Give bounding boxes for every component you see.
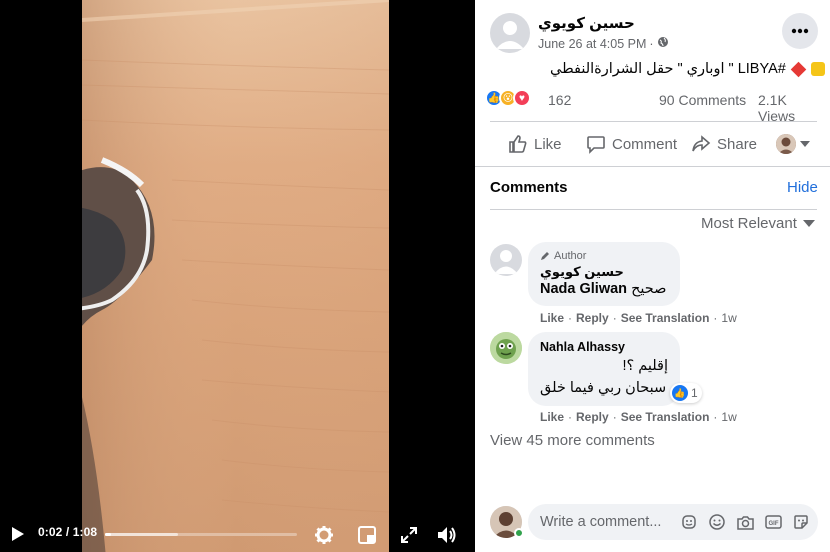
comment-label: Comment	[612, 135, 678, 153]
comment-reply-link[interactable]: Reply	[576, 410, 609, 424]
video-time: 0:02 / 1:08	[38, 525, 98, 539]
divider	[490, 209, 817, 210]
comment-time[interactable]: 1w	[721, 311, 736, 325]
post-actions: Like Comment Share	[490, 128, 817, 160]
author-avatar[interactable]	[490, 13, 530, 53]
online-status-indicator	[514, 528, 524, 538]
camera-icon[interactable]	[736, 513, 754, 531]
comment-bubble: Author حسين كويوي Nada Gliwan صحيح	[528, 242, 680, 306]
like-button[interactable]: Like	[508, 128, 562, 160]
like-label: Like	[534, 135, 562, 153]
comments-count[interactable]: 90 Comments	[659, 92, 746, 108]
caret-down-icon	[800, 141, 810, 147]
video-controls: 0:02 / 1:08	[0, 516, 475, 552]
hide-comments-link[interactable]: Hide	[787, 179, 818, 196]
see-translation-link[interactable]: See Translation	[621, 410, 710, 424]
post-panel: حسين كويوي June 26 at 4:05 PM · اوباري "…	[475, 0, 830, 552]
svg-text:GIF: GIF	[768, 521, 778, 527]
comment-like-link[interactable]: Like	[540, 311, 564, 325]
thumbs-up-icon	[509, 135, 527, 153]
video-progress-fill	[105, 533, 111, 536]
sticker-icon[interactable]	[792, 513, 810, 531]
comment-text: Nada Gliwan صحيح	[540, 281, 668, 297]
more-dots-icon	[791, 28, 809, 34]
comment-input-placeholder: Write a comment...	[540, 514, 662, 530]
user-avatar-small	[776, 134, 796, 154]
gif-icon[interactable]: GIF	[764, 513, 782, 531]
yellow-square-emoji-icon	[810, 62, 825, 76]
meta-separator: ·	[649, 36, 654, 51]
video-buffer-fill	[105, 533, 178, 536]
comment-line-1: إقليم ؟!	[622, 358, 668, 374]
reactions-summary: 👍 😮 ♥ 162 90 Comments 2.1K Views	[485, 89, 820, 124]
commenter-avatar[interactable]	[490, 332, 522, 364]
post-date[interactable]: June 26 at 4:05 PM	[538, 37, 646, 51]
comment-bubble-icon	[587, 136, 605, 154]
tagged-user[interactable]: Nada Gliwan	[540, 281, 627, 297]
share-button[interactable]: Share	[691, 128, 757, 160]
comment-bubble: Nahla Alhassy إقليم ؟! سبحان ربي فيما خل…	[528, 332, 680, 406]
views-count[interactable]: 2.1K Views	[758, 92, 820, 124]
volume-icon[interactable]	[436, 524, 458, 546]
comment-reaction-count: 1	[691, 386, 698, 400]
more-options-button[interactable]	[782, 13, 818, 49]
write-comment-row: Write a comment... GIF	[490, 504, 820, 540]
comment-reaction-chip[interactable]: 👍 1	[670, 383, 702, 403]
oil-pool-graphic	[82, 157, 155, 552]
reaction-icons[interactable]: 👍 😮 ♥	[485, 89, 531, 107]
comment-reply-link[interactable]: Reply	[576, 311, 609, 325]
see-translation-link[interactable]: See Translation	[621, 311, 710, 325]
settings-gear-icon[interactable]	[313, 524, 335, 546]
red-diamond-emoji-icon	[790, 61, 807, 77]
comment-input-tools: GIF	[680, 513, 810, 531]
video-progress-bar[interactable]	[105, 533, 297, 536]
comment-sort-dropdown[interactable]: Most Relevant	[701, 215, 815, 232]
comment-like-link[interactable]: Like	[540, 410, 564, 424]
view-more-comments-link[interactable]: View 45 more comments	[490, 432, 655, 449]
globe-icon	[657, 36, 669, 51]
commenter-avatar[interactable]	[490, 244, 522, 276]
divider	[475, 166, 830, 167]
comment-line-2: سبحان ربي فيما خلق	[540, 380, 667, 396]
comment-button[interactable]: Comment	[586, 128, 677, 160]
avatar-sticker-icon[interactable]	[680, 513, 698, 531]
author-badge: Author	[540, 250, 668, 262]
commenter-name[interactable]: Nahla Alhassy	[540, 340, 668, 354]
comment-input[interactable]: Write a comment... GIF	[528, 504, 818, 540]
pencil-icon	[541, 252, 549, 260]
commenter-name[interactable]: حسين كويوي	[540, 264, 668, 280]
reaction-count[interactable]: 162	[548, 92, 571, 108]
author-badge-label: Author	[554, 250, 587, 262]
comment-actions: Like · Reply · See Translation · 1w	[540, 311, 737, 325]
play-icon[interactable]	[10, 526, 26, 542]
love-reaction-icon: ♥	[513, 89, 531, 107]
post-meta: June 26 at 4:05 PM ·	[538, 36, 669, 51]
emoji-icon[interactable]	[708, 513, 726, 531]
post-author-name[interactable]: حسين كويوي	[538, 14, 635, 32]
video-frame[interactable]	[82, 0, 389, 552]
comment-actions: Like · Reply · See Translation · 1w	[540, 410, 737, 424]
share-arrow-icon	[692, 135, 711, 152]
comment-body: صحيح	[631, 281, 667, 297]
comments-heading: Comments	[490, 179, 568, 196]
post-text: اوباري " حقل الشرارةالنفطي " LIBYA#	[550, 61, 825, 77]
sort-label: Most Relevant	[701, 215, 797, 232]
divider	[490, 121, 817, 122]
caret-down-icon	[802, 220, 815, 227]
reaction-identity-selector[interactable]	[776, 134, 810, 154]
video-player[interactable]: 0:02 / 1:08	[0, 0, 475, 552]
post-body: اوباري " حقل الشرارةالنفطي " LIBYA#	[550, 61, 786, 77]
picture-in-picture-icon[interactable]	[357, 525, 377, 545]
share-label: Share	[717, 135, 758, 153]
fullscreen-icon[interactable]	[399, 525, 419, 545]
comment-time[interactable]: 1w	[721, 410, 736, 424]
like-reaction-icon: 👍	[672, 385, 688, 401]
